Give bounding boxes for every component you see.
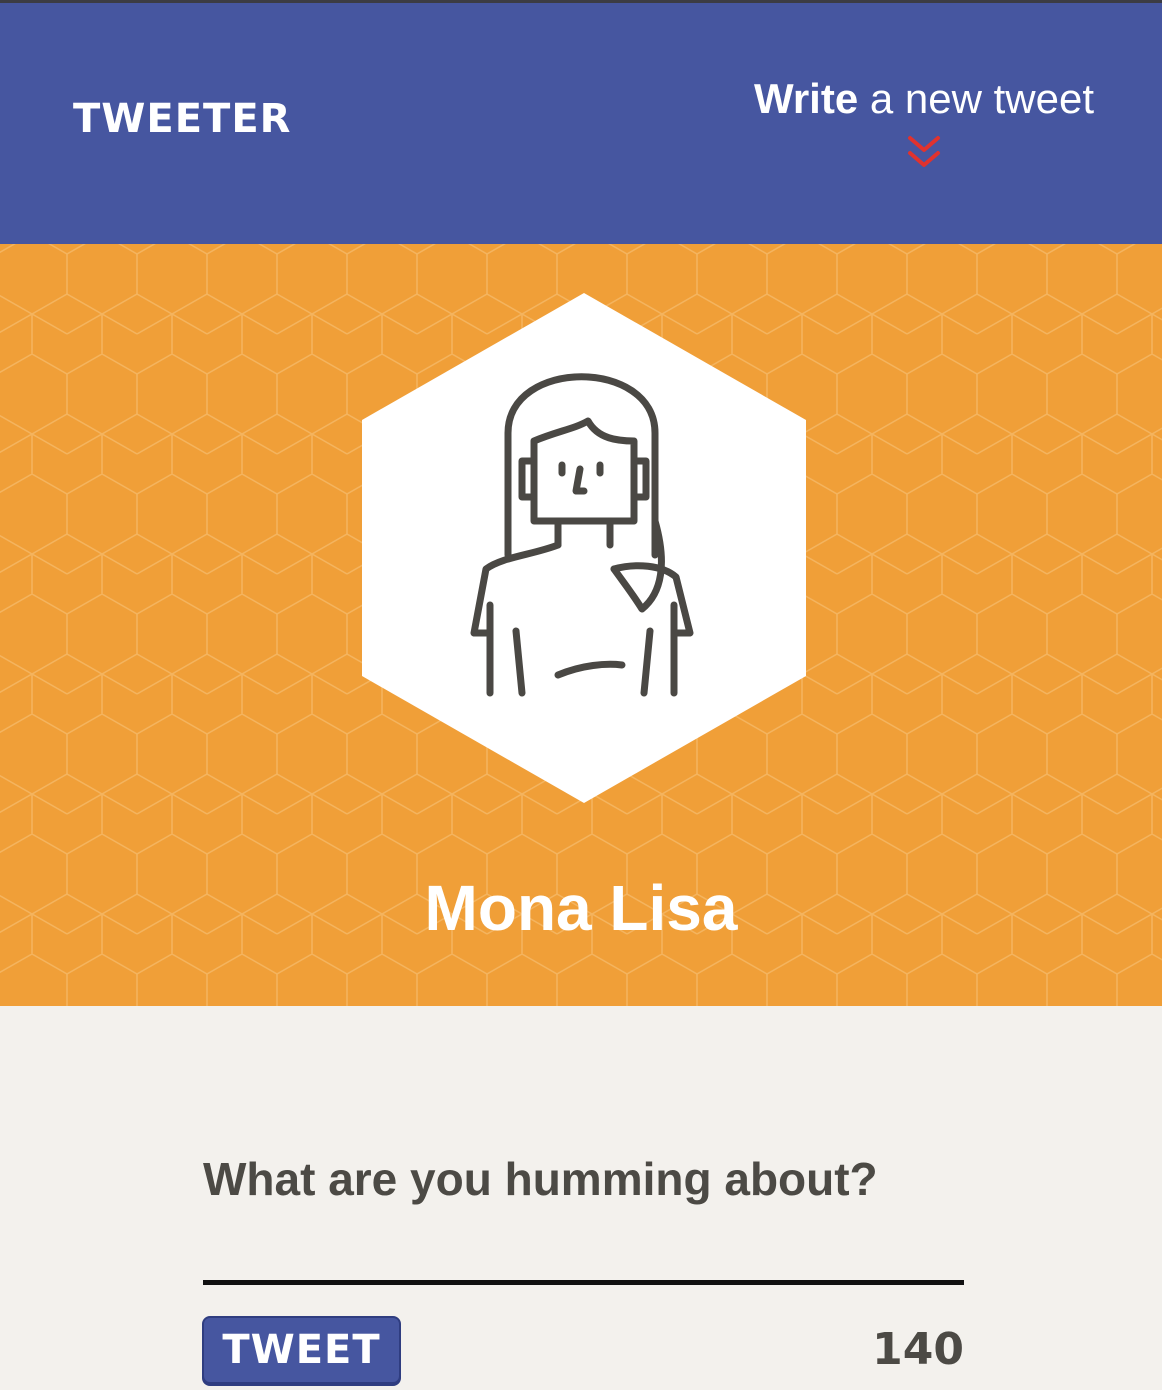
write-tweet-toggle[interactable]: Write a new tweet — [754, 73, 1094, 173]
write-tweet-label-strong: Write — [753, 75, 859, 122]
tweet-composer: What are you humming about? TWEET 140 — [0, 1006, 1162, 1390]
character-counter: 140 — [872, 1324, 964, 1375]
profile-name: Mona Lisa — [424, 872, 738, 944]
composer-label: What are you humming about? — [203, 1153, 878, 1205]
woman-avatar-icon — [362, 293, 806, 803]
write-tweet-label: Write a new tweet — [754, 75, 1094, 122]
page: TWEETER Write a new tweet Mona Lisa What… — [0, 0, 1162, 1390]
tweet-input[interactable] — [203, 1214, 964, 1285]
top-nav: TWEETER Write a new tweet — [0, 0, 1162, 244]
write-tweet-label-rest: a new tweet — [869, 75, 1094, 122]
profile-section: Mona Lisa — [0, 244, 1162, 1006]
double-chevron-down-icon — [907, 136, 940, 167]
brand-logo[interactable]: TWEETER — [73, 99, 291, 139]
tweet-button[interactable]: TWEET — [202, 1316, 401, 1384]
